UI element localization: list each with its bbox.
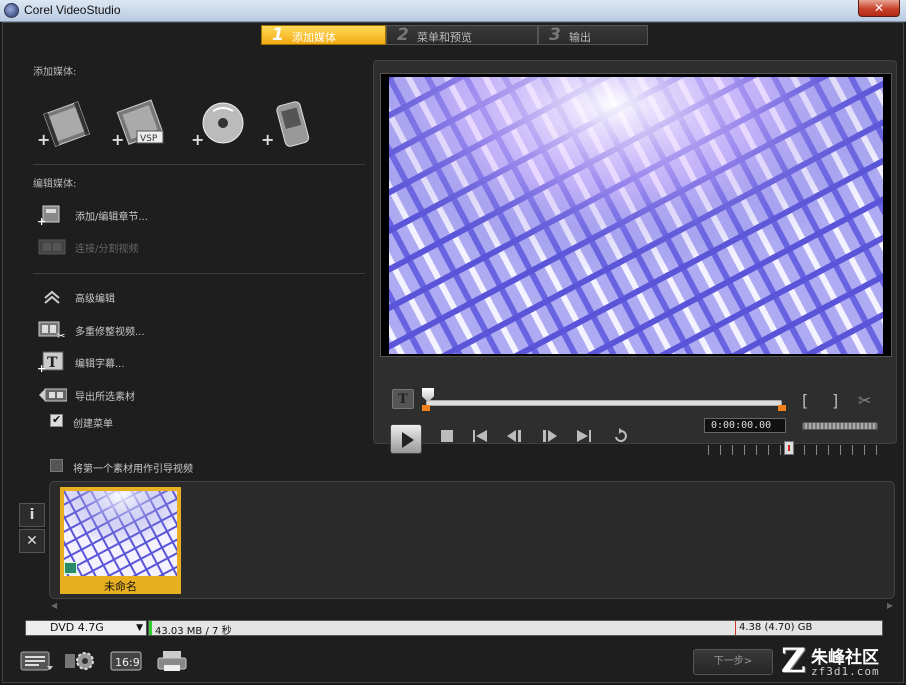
tab-menu-preview[interactable]: 2 菜单和预览 xyxy=(386,25,538,45)
play-button[interactable] xyxy=(390,424,422,454)
mark-in-button[interactable]: [ xyxy=(802,391,808,410)
tab-add-media[interactable]: 1 添加媒体 xyxy=(261,25,386,45)
clip-thumbnail xyxy=(64,491,177,576)
preferences-button[interactable] xyxy=(63,648,99,674)
svg-text:T: T xyxy=(47,355,58,371)
info-button[interactable]: i xyxy=(19,503,45,527)
preview-video xyxy=(389,77,883,354)
preview-panel: T [ ] ✂ 0:00:00.00 xyxy=(373,60,897,455)
aspect-ratio-icon: 16:9 xyxy=(110,651,142,671)
app-window: 1 添加媒体 2 菜单和预览 3 输出 添加媒体: + VSP + + + 编辑… xyxy=(2,22,904,683)
create-menu-label: 创建菜单 xyxy=(73,419,113,430)
capacity-total-text: 4.38 (4.70) GB xyxy=(739,622,813,633)
svg-text:+: + xyxy=(37,362,46,373)
export-selected-button[interactable]: 导出所选素材 xyxy=(37,383,135,407)
title-bar: Corel VideoStudio ✕ xyxy=(0,0,906,22)
advanced-edit-toggle[interactable]: 高级编辑 xyxy=(37,285,115,309)
project-settings-button[interactable] xyxy=(19,648,55,674)
svg-text:✂: ✂ xyxy=(57,331,65,341)
playback-speed-scale xyxy=(708,445,880,455)
skip-end-icon xyxy=(577,430,591,442)
multi-trim-button[interactable]: ✂ 多重修整视频... xyxy=(37,318,145,342)
clip-name: 未命名 xyxy=(104,580,137,593)
previous-frame-button[interactable] xyxy=(506,429,522,447)
capacity-used-fill xyxy=(149,621,152,635)
window-title: Corel VideoStudio xyxy=(24,3,121,17)
chevron-down-icon: ▼ xyxy=(136,623,143,633)
watermark-z: Z xyxy=(781,641,806,681)
next-frame-button[interactable] xyxy=(542,429,558,447)
go-end-button[interactable] xyxy=(576,429,592,447)
gear-icon xyxy=(65,652,94,670)
watermark-logo: Z 朱峰社区 zf3d1.com xyxy=(781,641,905,681)
scroll-right-icon[interactable]: ▶ xyxy=(887,601,893,610)
title-safe-button[interactable]: T xyxy=(392,389,414,409)
mark-out-indicator xyxy=(778,405,786,411)
step-back-icon xyxy=(507,430,521,442)
chevron-up-icon xyxy=(37,286,67,308)
subtitle-icon: T + xyxy=(37,351,67,375)
divider xyxy=(33,273,365,274)
jog-wheel[interactable] xyxy=(802,422,878,430)
stop-button[interactable] xyxy=(440,429,454,447)
playback-speed-slider[interactable] xyxy=(784,441,794,455)
add-mobile-device-button[interactable]: + xyxy=(261,97,319,153)
cut-button[interactable]: ✂ xyxy=(858,391,871,410)
capacity-limit-marker xyxy=(735,621,736,635)
timecode-display[interactable]: 0:00:00.00 xyxy=(704,418,786,433)
clip-thumbnail-image xyxy=(64,491,177,576)
stop-icon xyxy=(441,430,453,442)
chapter-icon: + xyxy=(37,204,67,228)
scrub-bar[interactable] xyxy=(426,400,782,406)
app-icon xyxy=(4,3,19,18)
go-start-button[interactable] xyxy=(472,429,488,447)
preview-frame xyxy=(380,73,892,357)
edit-media-heading: 编辑媒体: xyxy=(33,179,77,190)
project-list-icon xyxy=(20,651,53,671)
svg-text:+: + xyxy=(37,215,46,226)
print-disc-label-button[interactable] xyxy=(155,648,191,674)
watermark-en: zf3d1.com xyxy=(811,665,880,678)
media-clip[interactable]: 未命名 xyxy=(60,487,181,594)
svg-text:16:9: 16:9 xyxy=(115,656,140,669)
divider xyxy=(33,164,365,165)
disc-capacity-bar: 43.03 MB / 7 秒 4.38 (4.70) GB xyxy=(148,620,883,637)
media-tray: 未命名 xyxy=(49,481,895,599)
first-clip-intro-checkbox[interactable] xyxy=(50,459,63,472)
mark-in-indicator xyxy=(422,405,430,411)
join-split-video-button[interactable]: 连接/分割视频 xyxy=(37,235,138,259)
add-media-heading: 添加媒体: xyxy=(33,67,77,78)
printer-icon xyxy=(157,651,187,671)
export-icon xyxy=(37,384,68,406)
disc-type-select[interactable]: DVD 4.7G ▼ xyxy=(25,620,147,636)
repeat-icon xyxy=(615,428,627,442)
delete-clip-button[interactable]: ✕ xyxy=(19,529,45,553)
multi-trim-icon: ✂ xyxy=(37,319,67,342)
scroll-left-icon[interactable]: ◀ xyxy=(51,601,57,610)
first-clip-intro-label: 将第一个素材用作引导视频 xyxy=(73,464,193,475)
mark-out-button[interactable]: ] xyxy=(832,391,838,410)
edit-subtitles-button[interactable]: T + 编辑字幕... xyxy=(37,350,125,375)
svg-text:VSP: VSP xyxy=(140,134,158,144)
create-menu-checkbox[interactable] xyxy=(50,413,63,427)
tab-output[interactable]: 3 输出 xyxy=(538,25,648,45)
aspect-ratio-button[interactable]: 16:9 xyxy=(109,648,145,674)
add-vsp-project-button[interactable]: VSP + xyxy=(111,97,169,153)
preview-image xyxy=(389,77,883,354)
add-video-button[interactable]: + xyxy=(37,97,95,153)
close-button[interactable]: ✕ xyxy=(858,0,900,17)
add-edit-chapters-button[interactable]: + 添加/编辑章节... xyxy=(37,203,148,228)
add-dvd-button[interactable]: + xyxy=(191,97,249,153)
join-split-icon xyxy=(37,236,67,258)
repeat-button[interactable] xyxy=(612,427,630,449)
skip-start-icon xyxy=(473,430,487,442)
next-step-button[interactable]: 下一步> xyxy=(693,649,773,675)
capacity-used-text: 43.03 MB / 7 秒 xyxy=(155,626,232,637)
step-tabs: 1 添加媒体 2 菜单和预览 3 输出 xyxy=(261,25,648,45)
step-forward-icon xyxy=(543,430,557,442)
video-badge-icon xyxy=(64,562,77,574)
